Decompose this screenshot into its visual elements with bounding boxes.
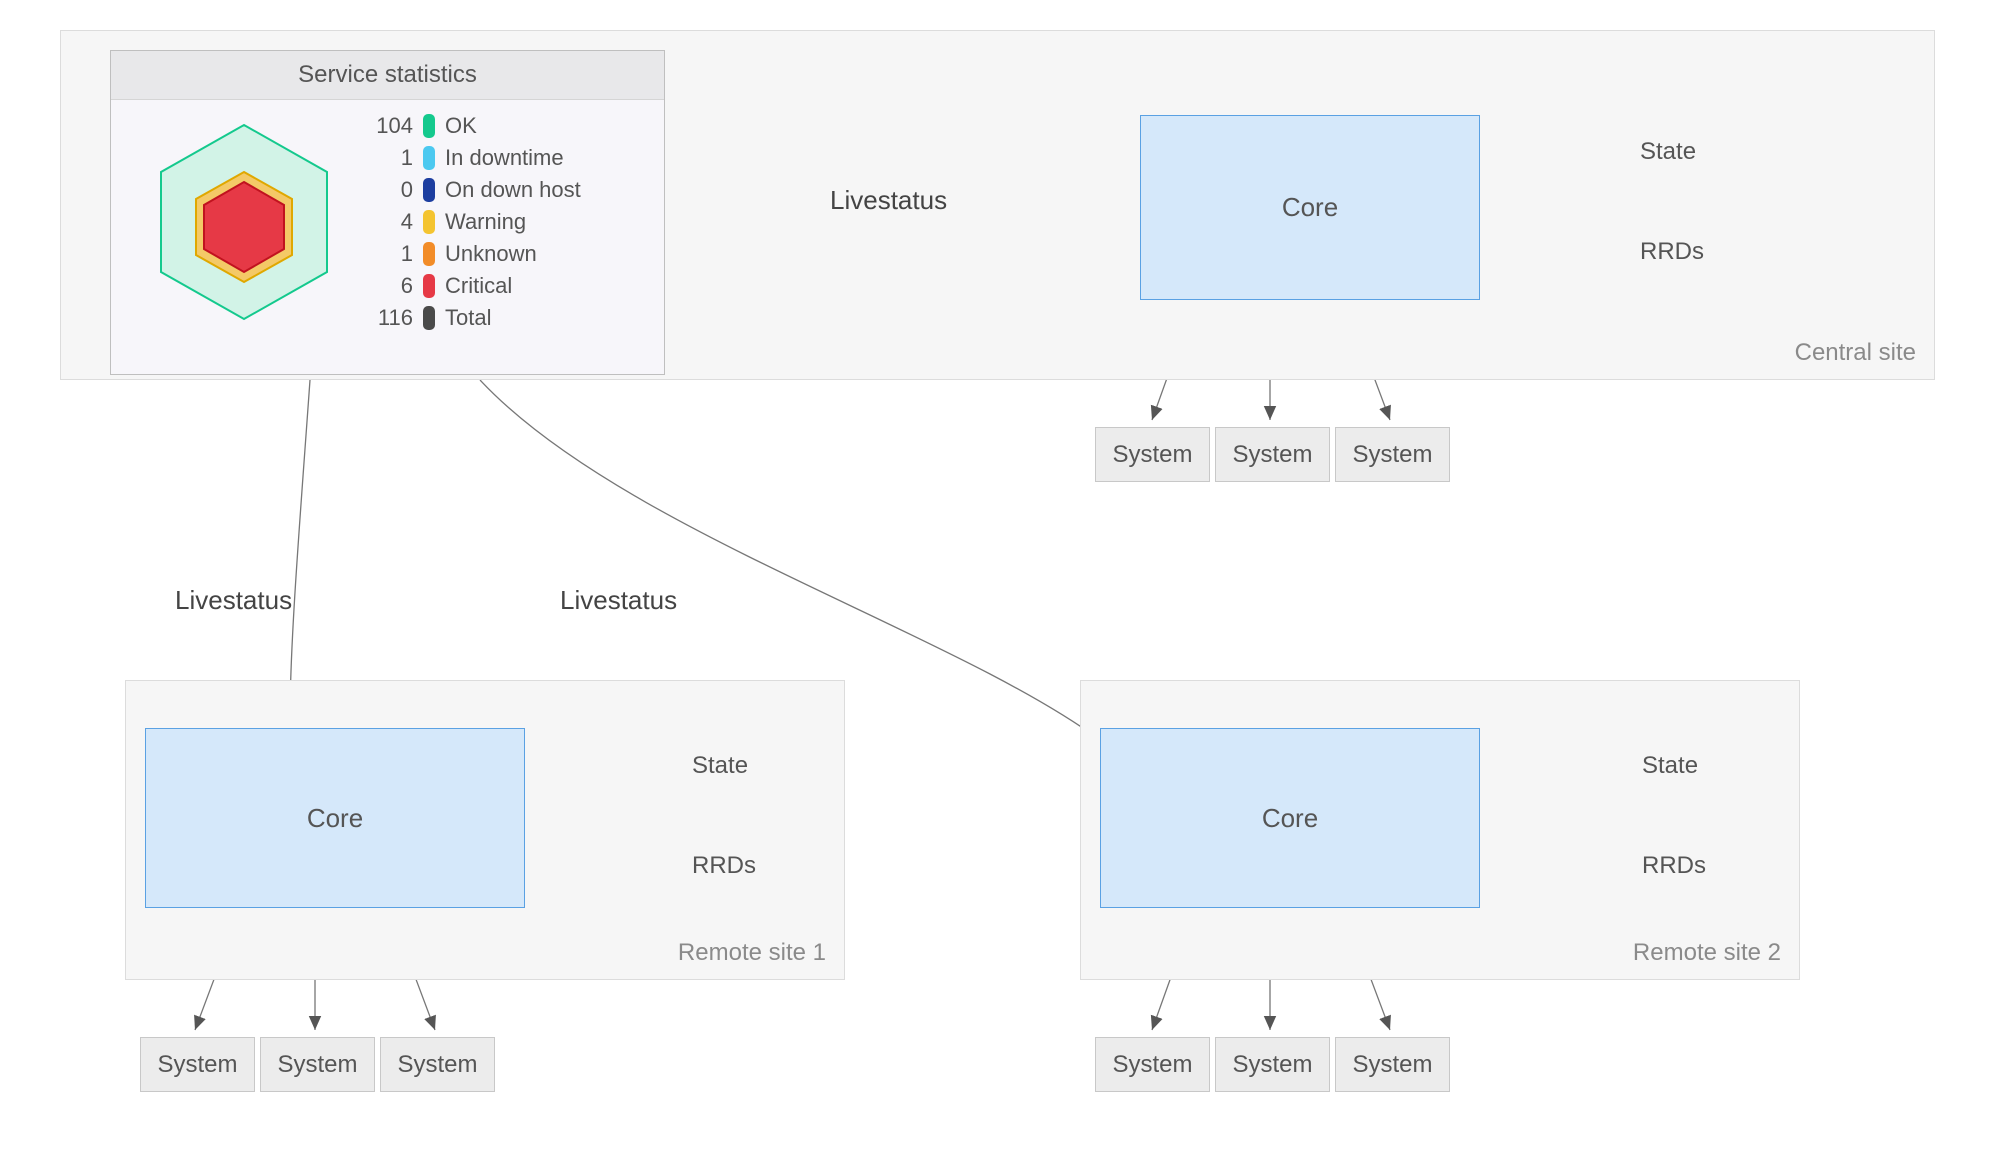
system-box: System	[1335, 427, 1450, 482]
system-box: System	[260, 1037, 375, 1092]
stat-value: 1	[359, 241, 413, 267]
core-box-remote1: Core	[145, 728, 525, 908]
system-label: System	[157, 1051, 237, 1079]
hexagon-chart-icon	[129, 110, 359, 334]
stat-value: 6	[359, 273, 413, 299]
livestatus-label-remote2: Livestatus	[560, 585, 677, 616]
stat-row: 1 Unknown	[359, 238, 646, 270]
stat-color-chip	[423, 114, 435, 138]
system-box: System	[1215, 1037, 1330, 1092]
storage-rrds-r1: RRDs	[692, 852, 756, 880]
stat-row: 116 Total	[359, 302, 646, 334]
remote-site-2-label: Remote site 2	[1633, 939, 1781, 967]
livestatus-label-central: Livestatus	[830, 185, 947, 216]
stat-label: Warning	[445, 209, 526, 235]
stat-value: 104	[359, 113, 413, 139]
stats-list: 104 OK 1 In downtime 0 On down host 4 Warning 1 U…	[359, 110, 646, 334]
stat-row: 1 In downtime	[359, 142, 646, 174]
stat-value: 4	[359, 209, 413, 235]
central-site-label: Central site	[1795, 339, 1916, 367]
system-box: System	[1335, 1037, 1450, 1092]
stat-color-chip	[423, 274, 435, 298]
service-statistics-card: Service statistics 104 OK 1 In downtime 0 On …	[110, 50, 665, 375]
stat-row: 0 On down host	[359, 174, 646, 206]
core-label-remote1: Core	[307, 803, 363, 834]
stat-color-chip	[423, 210, 435, 234]
stat-color-chip	[423, 242, 435, 266]
system-label: System	[1352, 1051, 1432, 1079]
storage-state-r1: State	[692, 752, 748, 780]
system-label: System	[1352, 441, 1432, 469]
core-label-central: Core	[1282, 192, 1338, 223]
stat-color-chip	[423, 146, 435, 170]
storage-state-central: State	[1640, 138, 1696, 166]
stat-label: Unknown	[445, 241, 537, 267]
remote-site-1-label: Remote site 1	[678, 939, 826, 967]
core-box-central: Core	[1140, 115, 1480, 300]
stat-label: Total	[445, 305, 491, 331]
diagram-canvas: Central site Service statistics 104OK1In…	[0, 0, 2000, 1150]
stat-value: 116	[359, 305, 413, 331]
storage-rrds-central: RRDs	[1640, 238, 1704, 266]
stat-row: 4 Warning	[359, 206, 646, 238]
system-label: System	[1232, 441, 1312, 469]
stat-label: Critical	[445, 273, 512, 299]
core-label-remote2: Core	[1262, 803, 1318, 834]
stat-value: 1	[359, 145, 413, 171]
storage-state-r2: State	[1642, 752, 1698, 780]
stat-label: In downtime	[445, 145, 564, 171]
stat-color-chip	[423, 306, 435, 330]
system-label: System	[397, 1051, 477, 1079]
livestatus-label-remote1: Livestatus	[175, 585, 292, 616]
stat-label: On down host	[445, 177, 581, 203]
system-box: System	[1215, 427, 1330, 482]
system-box: System	[1095, 1037, 1210, 1092]
stat-value: 0	[359, 177, 413, 203]
system-box: System	[380, 1037, 495, 1092]
system-box: System	[1095, 427, 1210, 482]
system-label: System	[1112, 1051, 1192, 1079]
storage-rrds-r2: RRDs	[1642, 852, 1706, 880]
stat-color-chip	[423, 178, 435, 202]
system-label: System	[1232, 1051, 1312, 1079]
service-statistics-title: Service statistics	[111, 51, 664, 100]
stat-row: 104 OK	[359, 110, 646, 142]
system-box: System	[140, 1037, 255, 1092]
system-label: System	[1112, 441, 1192, 469]
system-label: System	[277, 1051, 357, 1079]
stat-label: OK	[445, 113, 477, 139]
stat-row: 6 Critical	[359, 270, 646, 302]
core-box-remote2: Core	[1100, 728, 1480, 908]
